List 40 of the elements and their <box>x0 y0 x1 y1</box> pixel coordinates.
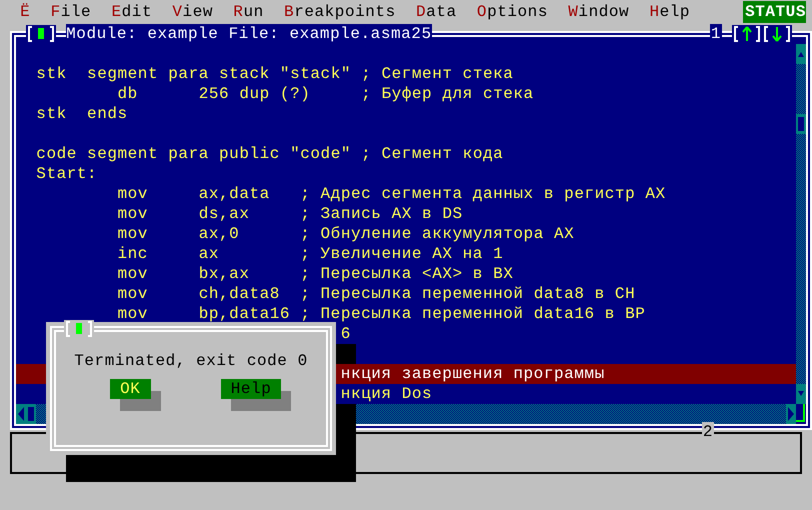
code-line: stk segment para stack "stack" ; Сегмент стека <box>36 64 514 84</box>
zoom-down-arrow-icon[interactable] <box>762 25 792 43</box>
menu-item[interactable]: Ë <box>10 2 40 22</box>
code-line: code segment para public "code" ; Сегмент кода <box>36 144 504 164</box>
code-line: 6 <box>340 324 351 344</box>
window-title: Module: example File: example.asma25 <box>66 24 432 44</box>
menu-item[interactable]: View <box>162 2 224 22</box>
code-line: нкция Dos <box>340 384 432 404</box>
menu-item[interactable]: Options <box>466 2 558 22</box>
code-line: inc ax ; Увеличение AX на 1 <box>118 244 504 264</box>
code-line: mov ax,0 ; Обнуление аккумулятора AX <box>118 224 574 244</box>
zoom-up-arrow-icon[interactable] <box>732 25 762 43</box>
menu-item[interactable]: Run <box>223 2 274 22</box>
status-indicator: STATUS <box>743 1 806 23</box>
menu-item[interactable]: Data <box>406 2 467 22</box>
code-line: mov ch,data8 ; Пересылка переменной data8 в CH <box>118 284 636 304</box>
scroll-left-icon[interactable] <box>16 404 26 424</box>
close-box-icon[interactable] <box>26 25 56 43</box>
vertical-scrollbar[interactable] <box>796 44 806 404</box>
menu-item[interactable]: Breakpoints <box>274 2 406 22</box>
dialog-shadow <box>336 344 356 364</box>
dialog-button[interactable]: Help <box>220 379 282 399</box>
code-line: stk ends <box>36 104 128 124</box>
code-line: нкция завершения программы <box>340 364 605 384</box>
code-line: mov bp,data16 ; Пересылка переменной data16 в BP <box>118 304 646 324</box>
code-line: mov ds,ax ; Запись AX в DS <box>118 204 463 224</box>
code-line: mov ax,data ; Адрес сегмента данных в регистр AX <box>118 184 666 204</box>
code-line: mov bx,ax ; Пересылка <AX> в BX <box>118 264 514 284</box>
dialog-button[interactable]: OK <box>110 379 151 399</box>
scroll-thumb-icon[interactable] <box>796 114 806 134</box>
menu-item[interactable]: File <box>40 2 102 22</box>
scroll-up-icon[interactable] <box>796 44 806 64</box>
dialog-message: Terminated, exit code 0 <box>74 351 308 371</box>
menu-item[interactable]: Help <box>639 2 700 22</box>
resize-corner-icon[interactable] <box>796 404 806 424</box>
scroll-thumb-icon[interactable] <box>26 404 36 424</box>
menu-item[interactable]: Window <box>558 2 640 22</box>
code-line: Start: <box>36 164 98 184</box>
menu-item[interactable]: Edit <box>101 2 162 22</box>
code-line: db 256 dup (?) ; Буфер для стека <box>118 84 534 104</box>
